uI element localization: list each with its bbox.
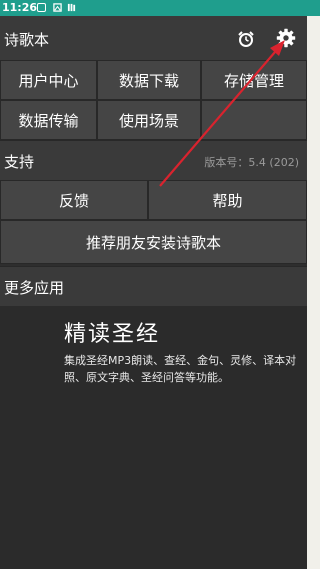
data-download-button[interactable]: 数据下载 <box>97 60 201 100</box>
gallery-icon <box>53 3 62 12</box>
alarm-clock-icon[interactable] <box>236 29 256 49</box>
version-number: 版本号：5.4 (202) <box>204 156 299 169</box>
gear-icon[interactable] <box>276 28 296 48</box>
data-transfer-button[interactable]: 数据传输 <box>0 100 97 140</box>
feedback-button[interactable]: 反馈 <box>0 180 148 220</box>
usage-scenarios-button[interactable]: 使用场景 <box>97 100 201 140</box>
menu-panel: 诗歌本 用户中心 数据下载 存储管理 数据传输 使用场景 支持 版本号：5.4 … <box>0 16 307 569</box>
data-transfer-label: 数据传输 <box>18 111 79 130</box>
usage-scenarios-label: 使用场景 <box>118 111 179 130</box>
storage-management-button[interactable]: 存储管理 <box>201 60 307 100</box>
support-section-header: 支持 版本号：5.4 (202) <box>0 140 307 180</box>
header-bar: 诗歌本 <box>0 16 307 60</box>
empty-grid-cell <box>201 100 307 140</box>
storage-management-label: 存储管理 <box>223 71 284 90</box>
recommend-friends-button[interactable]: 推荐朋友安装诗歌本 <box>0 220 307 264</box>
status-bar: 11:26 <box>0 0 320 16</box>
support-label: 支持 <box>4 153 35 171</box>
app-title: 诗歌本 <box>4 31 50 49</box>
recommend-friends-label: 推荐朋友安装诗歌本 <box>85 233 221 252</box>
data-download-label: 数据下载 <box>118 71 179 90</box>
promo-title: 精读圣经 <box>64 322 161 347</box>
feedback-label: 反馈 <box>58 191 89 210</box>
bible-app-promo[interactable]: 精读圣经 集成圣经MP3朗读、查经、金句、灵修、译本对照、原文字典、圣经问答等功… <box>0 306 307 569</box>
more-apps-label: 更多应用 <box>4 279 65 297</box>
background-app-edge <box>306 0 320 569</box>
user-center-label: 用户中心 <box>18 71 79 90</box>
user-center-button[interactable]: 用户中心 <box>0 60 97 100</box>
books-icon <box>67 3 76 12</box>
help-label: 帮助 <box>212 191 243 210</box>
notification-icon <box>37 3 46 12</box>
more-apps-section-header: 更多应用 <box>0 266 307 306</box>
help-button[interactable]: 帮助 <box>148 180 307 220</box>
promo-description: 集成圣经MP3朗读、查经、金句、灵修、译本对照、原文字典、圣经问答等功能。 <box>64 354 297 384</box>
status-time: 11:26 <box>2 1 38 14</box>
